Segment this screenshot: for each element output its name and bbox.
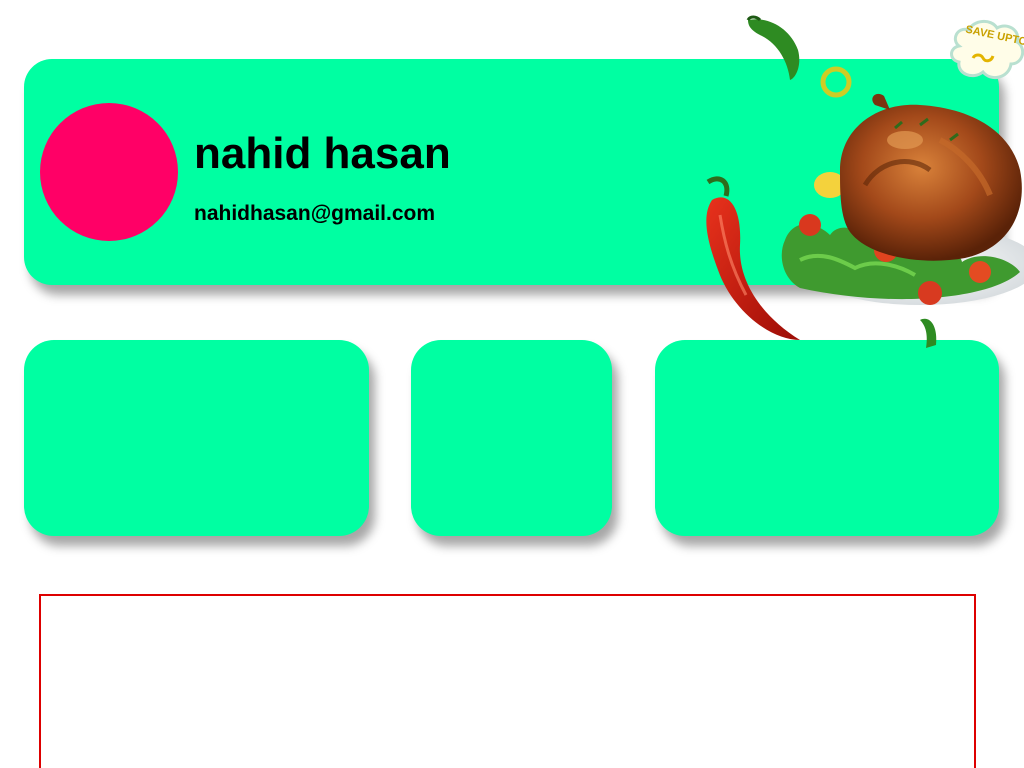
dashboard-tile-3[interactable] <box>655 340 999 536</box>
dashboard-tile-1[interactable] <box>24 340 369 536</box>
user-name: nahid hasan <box>194 129 451 178</box>
dashboard-tile-2[interactable] <box>411 340 612 536</box>
profile-page: nahid hasan nahidhasan@gmail.com SAVE UP… <box>0 0 1024 768</box>
avatar[interactable] <box>40 103 178 241</box>
user-email: nahidhasan@gmail.com <box>194 202 436 225</box>
content-area <box>39 594 976 768</box>
